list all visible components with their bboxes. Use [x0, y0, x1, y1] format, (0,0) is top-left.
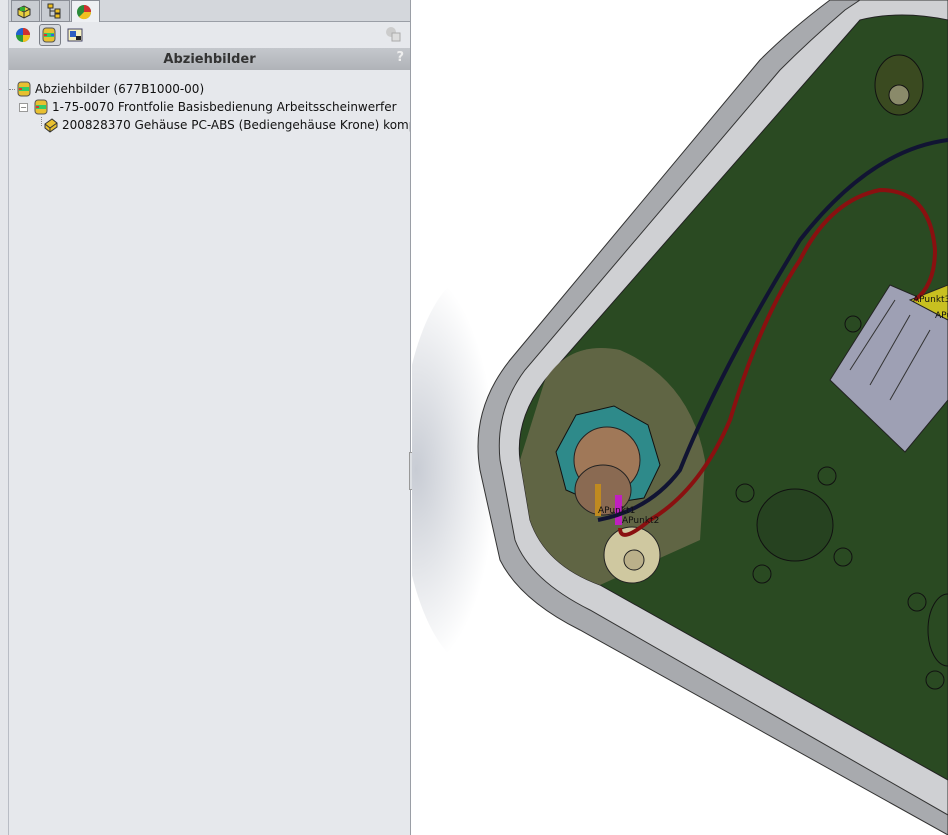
label-apunkt3: APunkt3 — [913, 295, 948, 305]
tree-icon — [47, 3, 61, 19]
collapse-toggle[interactable]: − — [19, 102, 28, 112]
hole — [756, 488, 834, 562]
part-icon — [44, 118, 58, 133]
panel-header: Abziehbilder ? — [9, 48, 410, 70]
label-apunkt2: APunkt2 — [622, 516, 659, 526]
tree-connector — [9, 88, 15, 90]
decals-icon — [34, 99, 48, 115]
tree-item-root[interactable]: Abziehbilder (677B1000-00) — [9, 80, 410, 98]
appearances-button[interactable] — [13, 24, 35, 46]
decals-icon — [17, 81, 31, 97]
graphics-viewport[interactable]: APunkt1 APunkt2 APunkt3 APu — [412, 0, 948, 835]
help-button[interactable]: ? — [396, 50, 404, 65]
tree-item-frontfolie[interactable]: − 1-75-0070 Frontfolie Basisbedienung Ar… — [9, 98, 410, 116]
tab-configuration-manager[interactable] — [41, 0, 70, 22]
appearance-icon — [77, 4, 92, 19]
left-edge-strip — [0, 0, 9, 835]
label-apunkt1: APunkt1 — [598, 506, 635, 516]
display-manager-panel: Abziehbilder ? Abziehbilder (677B1000-00… — [9, 0, 411, 835]
tree-item-label: Abziehbilder (677B1000-00) — [35, 82, 205, 96]
decal-tree: Abziehbilder (677B1000-00) − 1-75-0070 F… — [9, 70, 410, 134]
tree-item-gehaeuse[interactable]: 200828370 Gehäuse PC-ABS (Bediengehäuse … — [9, 116, 410, 134]
tab-display-manager[interactable] — [71, 0, 100, 22]
tab-feature-manager[interactable] — [11, 0, 40, 22]
display-pane-icon[interactable] — [385, 26, 401, 42]
page-title: Abziehbilder — [163, 51, 256, 67]
scenes-icon — [67, 28, 82, 41]
tree-connector — [41, 116, 42, 126]
scenes-button[interactable] — [65, 24, 87, 46]
decals-icon — [42, 27, 55, 42]
manager-tabs — [9, 0, 410, 22]
label-apunkt4: APu — [935, 311, 948, 321]
tree-item-label: 200828370 Gehäuse PC-ABS (Bediengehäuse … — [62, 118, 410, 132]
decals-button[interactable] — [39, 23, 61, 46]
model-view: APunkt1 APunkt2 APunkt3 APu — [412, 0, 948, 835]
display-toolbar — [9, 22, 410, 47]
part-icon — [17, 5, 31, 19]
tree-item-label: 1-75-0070 Frontfolie Basisbedienung Arbe… — [52, 100, 397, 114]
appearances-icon — [15, 27, 30, 42]
